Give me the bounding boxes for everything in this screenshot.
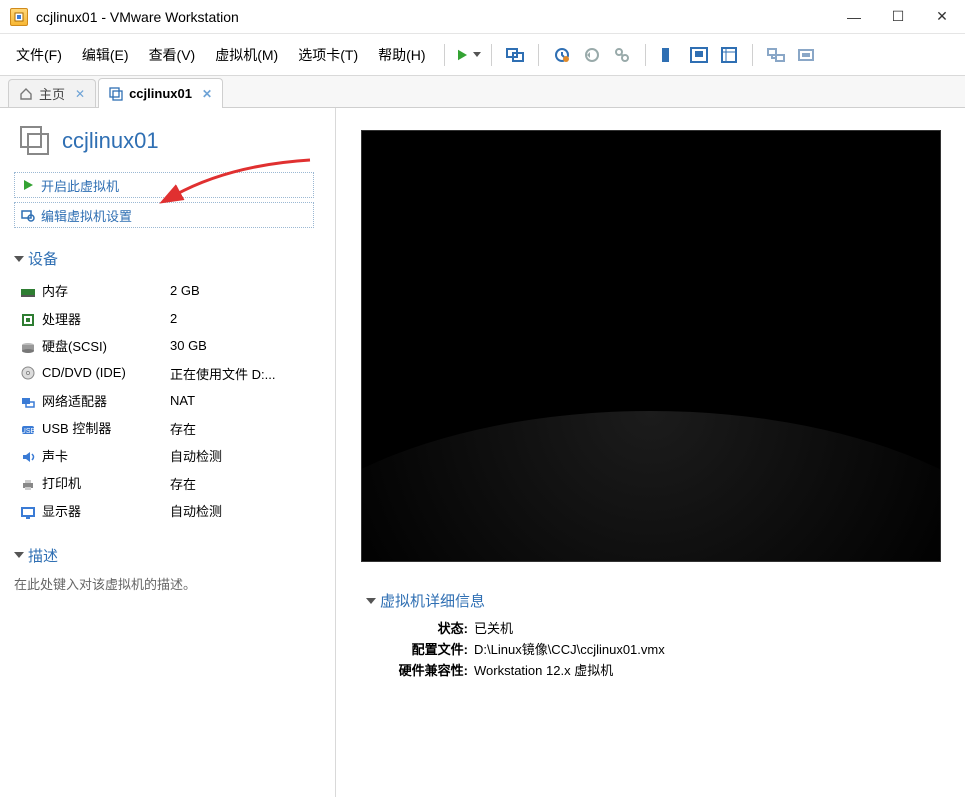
power-on-vm-link[interactable]: 开启此虚拟机 bbox=[14, 172, 314, 198]
tab-home-label: 主页 bbox=[39, 84, 65, 103]
collapse-icon bbox=[14, 256, 24, 262]
description-title: 描述 bbox=[28, 545, 58, 566]
device-row-memory[interactable]: 内存 2 GB bbox=[14, 277, 327, 305]
device-label: 网络适配器 bbox=[42, 394, 107, 409]
details-title: 虚拟机详细信息 bbox=[380, 590, 485, 611]
right-pane: 虚拟机详细信息 状态: 已关机 配置文件: D:\Linux镜像\CCJ\ccjli… bbox=[335, 108, 965, 797]
devices-table: 内存 2 GB 处理器 2 硬盘(SCSI) 30 GB CD/DVD (IDE) 正在使用文… bbox=[14, 277, 327, 525]
svg-text:USB: USB bbox=[21, 428, 36, 435]
settings-icon bbox=[21, 208, 35, 222]
tabstrip: 主页 ✕ ccjlinux01 ✕ bbox=[0, 76, 965, 108]
titlebar: ccjlinux01 - VMware Workstation — ☐ ✕ bbox=[0, 0, 965, 34]
cpu-icon bbox=[20, 312, 36, 328]
menu-edit[interactable]: 编辑(E) bbox=[74, 41, 137, 69]
menu-file[interactable]: 文件(F) bbox=[8, 41, 70, 69]
device-label: 打印机 bbox=[42, 476, 81, 491]
devices-header[interactable]: 设备 bbox=[14, 248, 327, 269]
config-key: 配置文件: bbox=[390, 639, 468, 658]
device-value: NAT bbox=[164, 387, 327, 415]
device-label: 显示器 bbox=[42, 504, 81, 519]
toolbar-screens-icon[interactable] bbox=[502, 42, 528, 68]
device-row-display[interactable]: 显示器 自动检测 bbox=[14, 497, 327, 525]
collapse-icon bbox=[14, 552, 24, 558]
play-icon bbox=[21, 178, 35, 192]
device-value: 2 bbox=[164, 305, 327, 333]
device-value: 30 GB bbox=[164, 332, 327, 360]
usb-icon: USB bbox=[20, 422, 36, 438]
close-button[interactable]: ✕ bbox=[935, 8, 949, 25]
config-value: D:\Linux镜像\CCJ\ccjlinux01.vmx bbox=[474, 639, 665, 658]
cd-icon bbox=[20, 365, 36, 381]
sound-icon bbox=[20, 449, 36, 465]
device-label: 硬盘(SCSI) bbox=[42, 339, 107, 354]
vm-tab-icon bbox=[109, 87, 123, 101]
left-pane: ccjlinux01 开启此虚拟机 编辑虚拟机设置 设备 内存2 GB处理器2硬… bbox=[0, 108, 335, 797]
toolbar-snapshot-take-icon[interactable] bbox=[549, 42, 575, 68]
details-header[interactable]: 虚拟机详细信息 bbox=[366, 590, 955, 611]
device-value: 自动检测 bbox=[164, 497, 327, 525]
memory-icon bbox=[20, 285, 36, 301]
menu-help[interactable]: 帮助(H) bbox=[370, 41, 433, 69]
printer-icon bbox=[20, 477, 36, 493]
vm-name: ccjlinux01 bbox=[62, 128, 159, 154]
menu-tabs[interactable]: 选项卡(T) bbox=[290, 41, 366, 69]
devices-title: 设备 bbox=[28, 248, 58, 269]
device-label: 处理器 bbox=[42, 312, 81, 327]
device-value: 存在 bbox=[164, 469, 327, 497]
device-row-printer[interactable]: 打印机 存在 bbox=[14, 469, 327, 497]
maximize-button[interactable]: ☐ bbox=[891, 8, 905, 25]
tab-home[interactable]: 主页 ✕ bbox=[8, 79, 96, 107]
hdd-icon bbox=[20, 340, 36, 356]
device-label: USB 控制器 bbox=[42, 421, 111, 436]
menubar: 文件(F) 编辑(E) 查看(V) 虚拟机(M) 选项卡(T) 帮助(H) bbox=[0, 34, 965, 76]
home-icon bbox=[19, 87, 33, 101]
vm-icon bbox=[18, 124, 52, 158]
collapse-icon bbox=[366, 598, 376, 604]
device-row-net[interactable]: 网络适配器 NAT bbox=[14, 387, 327, 415]
tab-active-label: ccjlinux01 bbox=[129, 86, 192, 101]
toolbar-single-icon[interactable] bbox=[656, 42, 682, 68]
device-label: 声卡 bbox=[42, 449, 68, 464]
menu-vm[interactable]: 虚拟机(M) bbox=[207, 41, 286, 69]
device-label: CD/DVD (IDE) bbox=[42, 365, 126, 380]
menu-view[interactable]: 查看(V) bbox=[141, 41, 204, 69]
description-header[interactable]: 描述 bbox=[14, 545, 327, 566]
tab-active-close-icon[interactable]: ✕ bbox=[202, 87, 212, 101]
device-row-cd[interactable]: CD/DVD (IDE) 正在使用文件 D:... bbox=[14, 360, 327, 387]
device-row-sound[interactable]: 声卡 自动检测 bbox=[14, 442, 327, 470]
toolbar-cycle-icon[interactable] bbox=[763, 42, 789, 68]
edit-vm-settings-link[interactable]: 编辑虚拟机设置 bbox=[14, 202, 314, 228]
toolbar-fullscreen-icon[interactable] bbox=[716, 42, 742, 68]
toolbar-stretch-icon[interactable] bbox=[793, 42, 819, 68]
app-icon bbox=[10, 8, 28, 26]
toolbar-snapshot-manager-icon[interactable] bbox=[609, 42, 635, 68]
vm-screen-preview bbox=[361, 130, 941, 562]
toolbar-unity-icon[interactable] bbox=[686, 42, 712, 68]
device-row-usb[interactable]: USB USB 控制器 存在 bbox=[14, 414, 327, 442]
compat-key: 硬件兼容性: bbox=[390, 660, 468, 679]
window-controls: — ☐ ✕ bbox=[847, 8, 955, 25]
state-value: 已关机 bbox=[474, 618, 513, 637]
device-value: 正在使用文件 D:... bbox=[164, 360, 327, 387]
power-on-label: 开启此虚拟机 bbox=[41, 176, 119, 195]
toolbar-snapshot-revert-icon[interactable] bbox=[579, 42, 605, 68]
tab-home-close-icon[interactable]: ✕ bbox=[75, 87, 85, 101]
net-icon bbox=[20, 394, 36, 410]
toolbar-play-icon[interactable] bbox=[455, 42, 481, 68]
edit-settings-label: 编辑虚拟机设置 bbox=[41, 206, 132, 225]
device-label: 内存 bbox=[42, 284, 68, 299]
device-value: 存在 bbox=[164, 414, 327, 442]
display-icon bbox=[20, 505, 36, 521]
device-value: 2 GB bbox=[164, 277, 327, 305]
description-placeholder[interactable]: 在此处键入对该虚拟机的描述。 bbox=[14, 574, 327, 593]
device-row-hdd[interactable]: 硬盘(SCSI) 30 GB bbox=[14, 332, 327, 360]
device-value: 自动检测 bbox=[164, 442, 327, 470]
tab-ccjlinux01[interactable]: ccjlinux01 ✕ bbox=[98, 78, 223, 108]
compat-value: Workstation 12.x 虚拟机 bbox=[474, 660, 613, 679]
state-key: 状态: bbox=[390, 618, 468, 637]
window-title: ccjlinux01 - VMware Workstation bbox=[36, 9, 239, 25]
minimize-button[interactable]: — bbox=[847, 9, 861, 25]
device-row-cpu[interactable]: 处理器 2 bbox=[14, 305, 327, 333]
